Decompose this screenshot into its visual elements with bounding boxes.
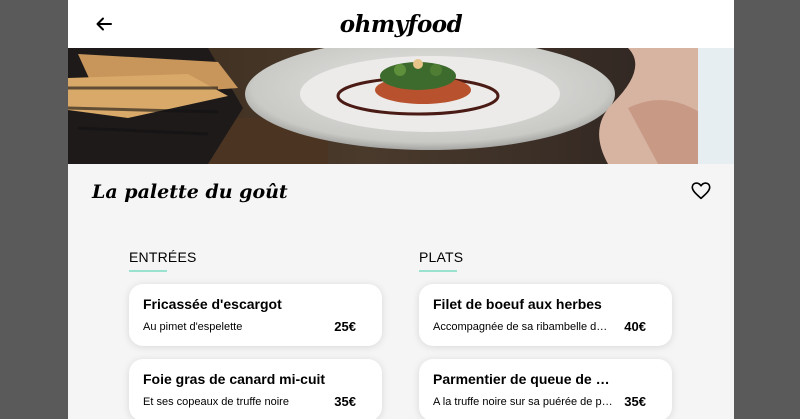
- section-title-plats: PLATS: [419, 249, 464, 272]
- header: ohmyfood: [68, 0, 734, 48]
- menu-item-description: A la truffe noire sur sa puérée de pomme…: [433, 396, 613, 408]
- logo[interactable]: ohmyfood: [340, 11, 463, 38]
- restaurant-page: ohmyfood La palette du goût ENTRÉES Fric…: [68, 0, 734, 419]
- menu-item-card[interactable]: Fricassée d'escargot Au pimet d'espelett…: [129, 284, 382, 346]
- menu-item-description: Au pimet d'espelette: [143, 321, 243, 333]
- menu-item-price: 40€: [624, 319, 646, 334]
- heart-icon[interactable]: [690, 180, 712, 202]
- menu-item-name: Parmentier de queue de boeuf: [433, 371, 617, 387]
- menu-panel: La palette du goût ENTRÉES Fricassée d'e…: [68, 164, 734, 419]
- menu-item-card[interactable]: Foie gras de canard mi-cuit Et ses copea…: [129, 359, 382, 419]
- hero-image: [68, 48, 734, 164]
- menu-item-name: Filet de boeuf aux herbes: [433, 296, 602, 312]
- menu-item-card[interactable]: Filet de boeuf aux herbes Accompagnée de…: [419, 284, 672, 346]
- menu-item-price: 25€: [334, 319, 356, 334]
- menu-item-card[interactable]: Parmentier de queue de boeuf A la truffe…: [419, 359, 672, 419]
- menu-item-description: Accompagnée de sa ribambelle de légumes: [433, 321, 613, 333]
- menu-item-price: 35€: [334, 394, 356, 409]
- menu-item-name: Foie gras de canard mi-cuit: [143, 371, 326, 387]
- restaurant-title: La palette du goût: [92, 181, 288, 203]
- arrow-left-icon[interactable]: [94, 14, 114, 34]
- menu-item-description: Et ses copeaux de truffe noire: [143, 396, 289, 408]
- section-title-entrees: ENTRÉES: [129, 249, 197, 272]
- menu-item-name: Fricassée d'escargot: [143, 296, 282, 312]
- menu-item-price: 35€: [624, 394, 646, 409]
